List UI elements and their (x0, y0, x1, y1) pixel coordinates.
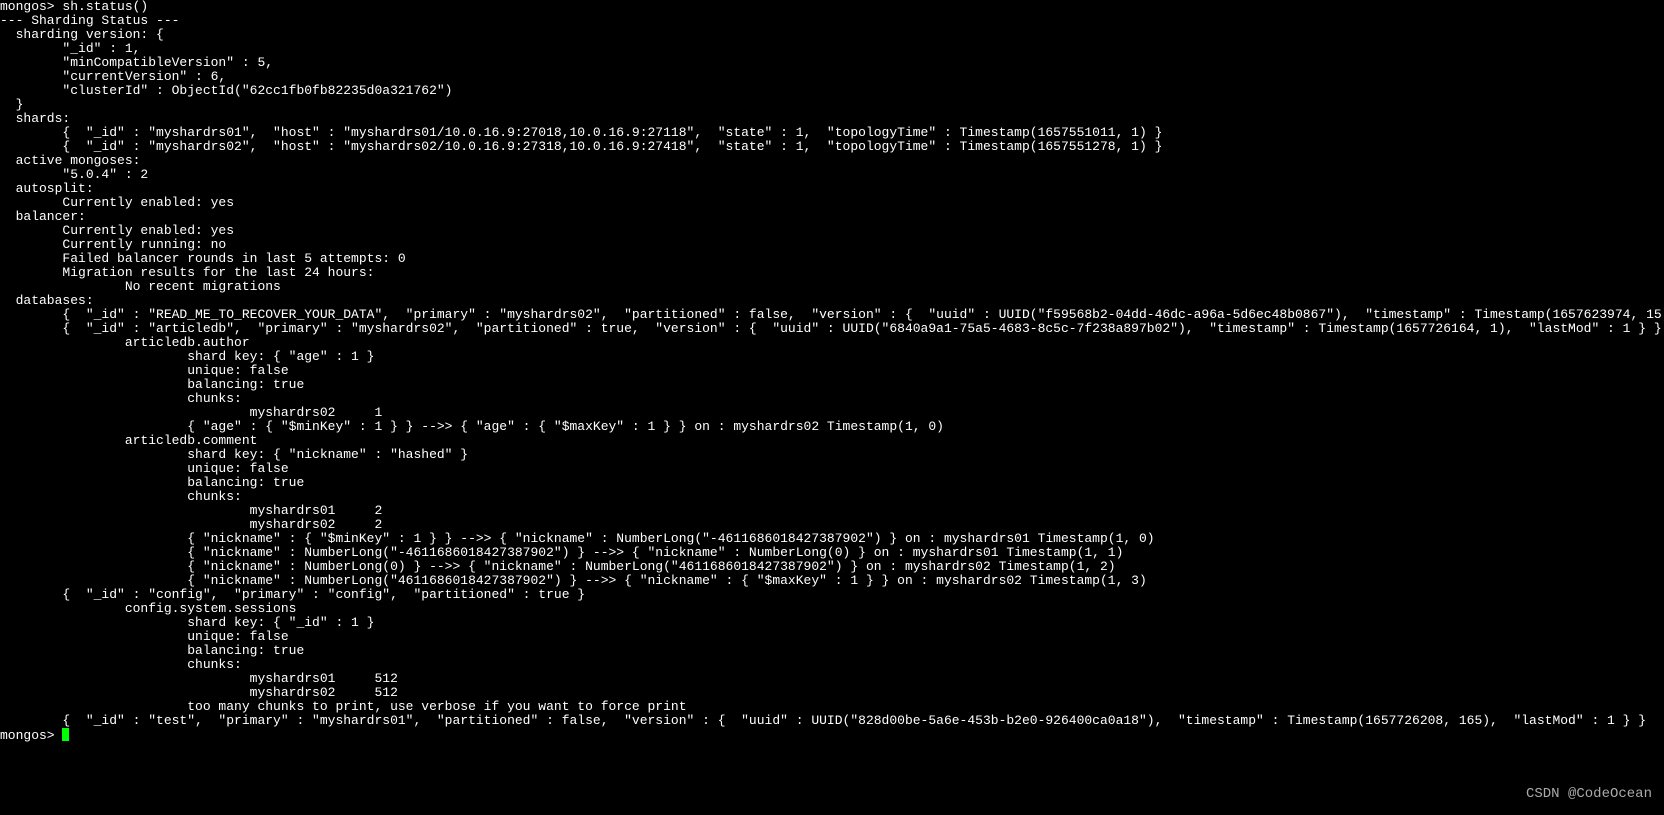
collection-sessions-too-many: too many chunks to print, use verbose if… (0, 699, 687, 714)
database-entry-4: { "_id" : "test", "primary" : "myshardrs… (0, 713, 1646, 728)
collection-author-chunks-1: myshardrs02 1 (0, 405, 382, 420)
collection-comment-range-3: { "nickname" : NumberLong(0) } -->> { "n… (0, 559, 1116, 574)
active-mongoses-label: active mongoses: (0, 153, 140, 168)
sharding-version-clusterid: "clusterId" : ObjectId("62cc1fb0fb82235d… (0, 83, 452, 98)
collection-comment-chunks-1: myshardrs01 2 (0, 503, 382, 518)
cursor-icon (62, 728, 69, 741)
balancer-failed-rounds: Failed balancer rounds in last 5 attempt… (0, 251, 406, 266)
database-entry-3: { "_id" : "config", "primary" : "config"… (0, 587, 585, 602)
watermark-text: CSDN @CodeOcean (1526, 787, 1652, 801)
collection-author-balancing: balancing: true (0, 377, 304, 392)
sharding-version-close: } (0, 97, 23, 112)
active-mongoses-version: "5.0.4" : 2 (0, 167, 148, 182)
prompt-line: mongos> sh.status() (0, 0, 148, 14)
collection-author-name: articledb.author (0, 335, 250, 350)
databases-label: databases: (0, 293, 94, 308)
sharding-version-id: "_id" : 1, (0, 41, 140, 56)
collection-comment-shardkey: shard key: { "nickname" : "hashed" } (0, 447, 468, 462)
collection-sessions-chunks-1: myshardrs01 512 (0, 671, 398, 686)
shard-entry-1: { "_id" : "myshardrs01", "host" : "mysha… (0, 125, 1162, 140)
collection-author-range-1: { "age" : { "$minKey" : 1 } } -->> { "ag… (0, 419, 944, 434)
collection-comment-chunks-2: myshardrs02 2 (0, 517, 382, 532)
sharding-version-open: sharding version: { (0, 27, 164, 42)
balancer-label: balancer: (0, 209, 86, 224)
sharding-version-current: "currentVersion" : 6, (0, 69, 226, 84)
shards-label: shards: (0, 111, 70, 126)
database-entry-1: { "_id" : "READ_ME_TO_RECOVER_YOUR_DATA"… (0, 307, 1664, 322)
collection-sessions-chunks-2: myshardrs02 512 (0, 685, 398, 700)
collection-sessions-chunks-label: chunks: (0, 657, 242, 672)
autosplit-label: autosplit: (0, 181, 94, 196)
collection-sessions-name: config.system.sessions (0, 601, 296, 616)
collection-comment-range-4: { "nickname" : NumberLong("4611686018427… (0, 573, 1147, 588)
collection-sessions-balancing: balancing: true (0, 643, 304, 658)
sharding-version-mincompat: "minCompatibleVersion" : 5, (0, 55, 273, 70)
database-entry-2: { "_id" : "articledb", "primary" : "mysh… (0, 321, 1662, 336)
collection-author-unique: unique: false (0, 363, 289, 378)
autosplit-enabled: Currently enabled: yes (0, 195, 234, 210)
collection-comment-chunks-label: chunks: (0, 489, 242, 504)
collection-author-shardkey: shard key: { "age" : 1 } (0, 349, 374, 364)
balancer-no-migrations: No recent migrations (0, 279, 281, 294)
balancer-running: Currently running: no (0, 237, 226, 252)
balancer-migration-label: Migration results for the last 24 hours: (0, 265, 374, 280)
balancer-enabled: Currently enabled: yes (0, 223, 234, 238)
collection-comment-balancing: balancing: true (0, 475, 304, 490)
terminal-output[interactable]: mongos> sh.status() --- Sharding Status … (0, 0, 1664, 743)
status-header: --- Sharding Status --- (0, 13, 179, 28)
collection-sessions-shardkey: shard key: { "_id" : 1 } (0, 615, 374, 630)
collection-sessions-unique: unique: false (0, 629, 289, 644)
shard-entry-2: { "_id" : "myshardrs02", "host" : "mysha… (0, 139, 1162, 154)
collection-comment-range-1: { "nickname" : { "$minKey" : 1 } } -->> … (0, 531, 1155, 546)
collection-comment-name: articledb.comment (0, 433, 257, 448)
collection-comment-range-2: { "nickname" : NumberLong("-461168601842… (0, 545, 1123, 560)
collection-author-chunks-label: chunks: (0, 391, 242, 406)
prompt-line-2[interactable]: mongos> (0, 728, 69, 743)
collection-comment-unique: unique: false (0, 461, 289, 476)
